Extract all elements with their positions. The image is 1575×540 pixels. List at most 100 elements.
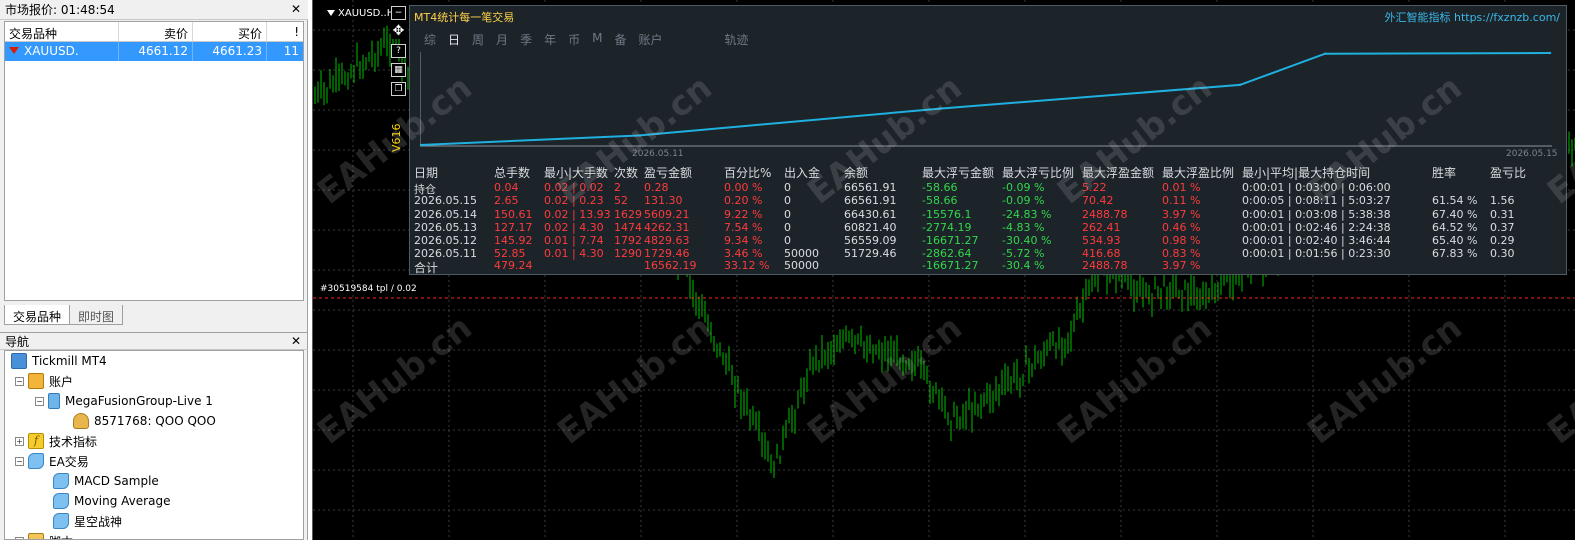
tree-item-xingkong[interactable]: 星空战神 (53, 511, 122, 531)
tree-item-moving-average[interactable]: Moving Average (53, 491, 170, 511)
stats-cell: 65.40 % (1432, 234, 1478, 247)
stats-cell: 67.83 % (1432, 247, 1478, 261)
tree-item-server[interactable]: − MegaFusionGroup-Live 1 (35, 391, 213, 411)
stats-cell: 60821.40 (844, 220, 897, 234)
symbol-cell[interactable]: XAUUSD. (5, 42, 119, 61)
tree-item-broker[interactable]: Tickmill MT4 (11, 351, 107, 371)
order-line-label[interactable]: #30519584 tpl / 0.02 (320, 284, 417, 294)
tab-year[interactable]: 年 (544, 31, 556, 48)
chart-symbol-title: XAUUSD..H1 (327, 8, 401, 19)
column-header-symbol[interactable]: 交易品种 (5, 22, 119, 41)
window-icon[interactable]: ❐ (391, 82, 406, 96)
curve-axis (420, 52, 1552, 147)
tree-item-scripts[interactable]: + 脚本 (15, 531, 73, 539)
indicators-icon: f (28, 433, 44, 449)
tree-item-indicators[interactable]: + f 技术指标 (15, 431, 97, 451)
column-header-ask[interactable]: 买价 (193, 22, 267, 41)
close-icon[interactable]: ✕ (290, 334, 302, 348)
stats-column-header: 盈亏金额 (644, 166, 693, 180)
stats-cell: 534.93 (1082, 234, 1121, 247)
column-header-bid[interactable]: 卖价 (119, 22, 193, 41)
accounts-icon (28, 373, 44, 389)
tab-day[interactable]: 日 (448, 31, 460, 48)
stats-cell: -30.40 % (1002, 234, 1052, 247)
curve-point (1548, 51, 1552, 55)
tree-item-account[interactable]: 8571768: QOO QOO (73, 411, 216, 431)
close-icon[interactable]: ✕ (290, 2, 302, 16)
tab-comment[interactable]: 备 (614, 31, 626, 48)
stats-cell: 2.65 (494, 194, 519, 208)
expert-advisors-icon (28, 453, 44, 469)
stats-cell: 0.37 (1490, 220, 1515, 234)
expand-icon[interactable]: + (15, 536, 24, 539)
stats-column-header: 百分比% (724, 166, 772, 180)
move-icon[interactable]: ✥ (391, 24, 406, 39)
panel-brand-link[interactable]: 外汇智能指标 https://fxznzb.com/ (1384, 9, 1560, 25)
stats-cell: 0.01 % (1162, 181, 1201, 195)
expert-icon (53, 473, 69, 489)
stats-cell: 0:00:01 | 0:02:40 | 3:46:44 (1242, 234, 1391, 247)
tab-quarter[interactable]: 季 (520, 31, 532, 48)
collapse-panel-icon[interactable]: − (391, 6, 406, 20)
market-watch-title: 市场报价: 01:48:54 (5, 3, 115, 17)
tree-item-macd-sample[interactable]: MACD Sample (53, 471, 159, 491)
spread-cell: 11 (283, 44, 299, 58)
table-row: 2026.05.12 145.92 0.01 | 7.74 1792 4829.63 9.… (414, 234, 1554, 247)
stats-cell: 0 (784, 220, 791, 234)
tab-track[interactable]: 轨迹 (725, 31, 749, 48)
stats-cell: 0 (784, 234, 791, 247)
collapse-icon[interactable]: − (15, 376, 24, 386)
tab-account[interactable]: 账户 (638, 31, 662, 48)
tree-item-accounts[interactable]: − 账户 (15, 371, 73, 391)
expand-icon[interactable]: + (15, 436, 24, 446)
tab-magic[interactable]: M (592, 31, 602, 48)
table-row[interactable]: XAUUSD. 4661.12 4661.23 11 (5, 42, 303, 61)
stats-cell: 416.68 (1082, 247, 1121, 261)
stats-cell: -0.09 % (1002, 181, 1045, 195)
collapse-icon[interactable]: − (35, 396, 44, 406)
stats-cell: 150.61 (494, 207, 533, 221)
table-row: 2026.05.14 150.61 0.02 | 13.93 1629 5609.21 9… (414, 208, 1554, 221)
stats-cell: 1.56 (1490, 194, 1515, 208)
stats-cell: 1474 (614, 220, 642, 234)
stats-cell: 0.98 % (1162, 234, 1201, 247)
left-panel: 市场报价: 01:48:54 ✕ 交易品种 卖价 买价 ! XAUUSD. 46… (0, 0, 308, 540)
tab-summary[interactable]: 综 (424, 31, 436, 48)
tree-item-label: EA交易 (49, 454, 89, 469)
curve-point (1323, 52, 1327, 55)
stats-cell: 479.24 (494, 259, 533, 273)
stats-cell: 0 (784, 207, 791, 221)
tree-item-expert-advisors[interactable]: − EA交易 (15, 451, 89, 471)
tab-currency[interactable]: 币 (568, 31, 580, 48)
stats-cell: 4829.63 (644, 234, 690, 247)
navigator-header: 导航 ✕ (0, 332, 308, 350)
collapse-icon[interactable]: − (15, 456, 24, 466)
curve-point (638, 134, 642, 137)
column-header-spread[interactable]: ! (267, 22, 303, 41)
symbol-name: XAUUSD. (24, 44, 79, 58)
tree-item-label: Tickmill MT4 (32, 354, 107, 368)
equity-curve (420, 51, 1552, 147)
tab-symbols[interactable]: 交易品种 (4, 305, 71, 325)
server-icon (48, 393, 60, 409)
stats-cell: -58.66 (922, 194, 958, 208)
stats-cell: 0:00:05 | 0:08:11 | 5:03:27 (1242, 194, 1391, 208)
stats-cell: 9.34 % (724, 234, 763, 247)
stats-cell: -58.66 (922, 181, 958, 195)
stats-cell: 145.92 (494, 234, 533, 247)
price-chart[interactable]: XAUUSD..H1 #30519584 tpl / 0.02 V616 − ✥… (312, 0, 1575, 540)
stats-cell: 0.01 | 7.74 (544, 234, 604, 247)
stats-cell: 0.00 % (724, 181, 763, 195)
help-icon[interactable]: ? (391, 44, 406, 58)
tab-month[interactable]: 月 (496, 31, 508, 48)
grid-icon[interactable]: ▦ (391, 63, 406, 77)
stats-cell: 3.46 % (724, 247, 763, 261)
stats-cell: -5.72 % (1002, 247, 1045, 261)
stats-cell: 2 (614, 181, 621, 195)
tab-week[interactable]: 周 (472, 31, 484, 48)
stats-cell: 2026.05.11 (414, 247, 477, 261)
stats-cell: 1792 (614, 234, 642, 247)
tab-tick-chart[interactable]: 即时图 (70, 305, 124, 325)
stats-column-header: 最大浮亏金额 (922, 166, 995, 180)
stats-column-header: 最大浮亏比例 (1002, 166, 1075, 180)
